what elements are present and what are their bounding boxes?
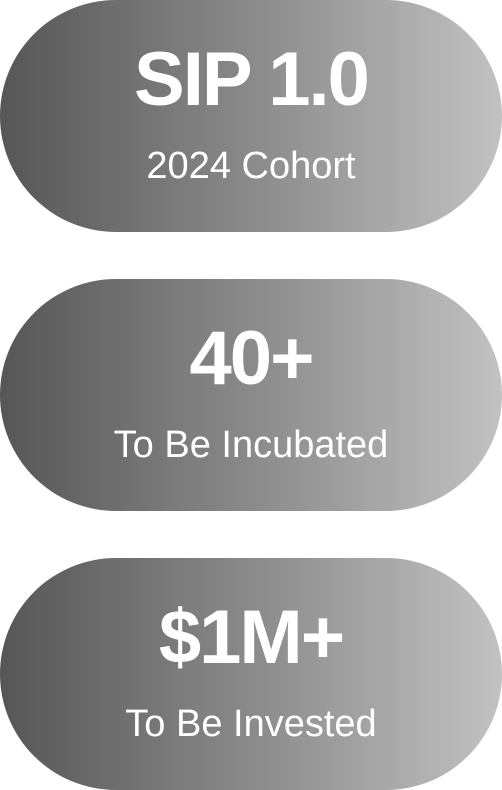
stat-value: $1M+: [158, 595, 345, 680]
stat-label: 2024 Cohort: [146, 145, 356, 187]
stat-value: SIP 1.0: [134, 37, 370, 122]
stat-label: To Be Incubated: [113, 424, 389, 466]
stat-pill-incubated: 40+ To Be Incubated: [0, 279, 502, 511]
stat-label: To Be Invested: [125, 703, 377, 745]
stats-list: SIP 1.0 2024 Cohort 40+ To Be Incubated …: [0, 0, 502, 790]
stat-pill-program: SIP 1.0 2024 Cohort: [0, 0, 502, 232]
stat-pill-invested: $1M+ To Be Invested: [0, 558, 502, 790]
stat-value: 40+: [189, 316, 315, 401]
